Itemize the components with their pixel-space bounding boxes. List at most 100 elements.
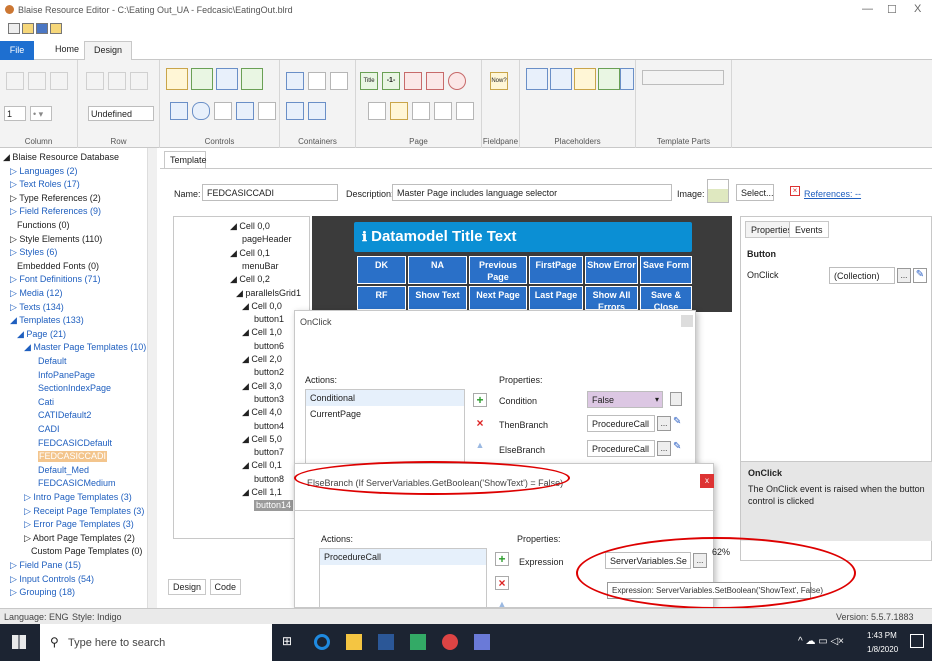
elsebranch-value[interactable]: ProcedureCall: [587, 440, 655, 457]
canvas-nav-button[interactable]: NA: [408, 256, 467, 284]
tree-item[interactable]: ▷ Field Pane (15): [10, 560, 81, 571]
minimize-button[interactable]: —: [862, 3, 873, 15]
tree-item[interactable]: ▷ Input Controls (54): [10, 574, 94, 585]
structure-item[interactable]: ◢ Cell 4,0: [242, 407, 282, 418]
tab-events[interactable]: Events: [789, 221, 829, 238]
file-explorer-icon[interactable]: [346, 634, 362, 650]
blaise-icon[interactable]: [410, 634, 426, 650]
tree-item[interactable]: ◢ Templates (133): [10, 315, 84, 326]
tree-item[interactable]: ▷ Style Elements (110): [10, 234, 102, 245]
table-container-icon[interactable]: [286, 102, 304, 120]
tree-item[interactable]: InfoPanePage: [38, 370, 95, 381]
placeholder-1-icon[interactable]: [526, 68, 548, 90]
structure-item[interactable]: ◢ parallelsGrid1: [236, 288, 301, 299]
add-action-icon[interactable]: +: [473, 393, 487, 407]
list-container-icon[interactable]: [308, 102, 326, 120]
remove-action-icon[interactable]: ×: [473, 417, 487, 431]
image-control-icon[interactable]: [191, 68, 213, 90]
task-view-icon[interactable]: ⊞: [282, 634, 298, 650]
tree-item[interactable]: FEDCASICCADI: [38, 451, 108, 463]
canvas-nav-button[interactable]: DK: [357, 256, 406, 284]
column-index-field[interactable]: 1: [4, 106, 26, 121]
tree-item[interactable]: FEDCASICDefault: [38, 438, 112, 449]
structure-item[interactable]: button4: [254, 421, 284, 432]
tree-item[interactable]: Embedded Fonts (0): [17, 261, 99, 272]
picture-control-icon[interactable]: [241, 68, 263, 90]
edge-browser-icon[interactable]: [314, 634, 330, 650]
placeholder-5-icon[interactable]: [620, 68, 634, 90]
onclick-ellipsis-button[interactable]: ...: [897, 268, 911, 283]
structure-item[interactable]: button2: [254, 367, 284, 378]
system-tray-icons[interactable]: ^ ☁ ▭ ◁×: [798, 636, 844, 647]
taskbar-search[interactable]: ⚲ Type here to search: [40, 624, 272, 661]
tree-item[interactable]: ▷ Intro Page Templates (3): [24, 492, 132, 503]
canvas-nav-button[interactable]: Show Error: [585, 256, 638, 284]
tab-home[interactable]: Home: [46, 41, 88, 60]
page-layout-icon[interactable]: [368, 102, 386, 120]
column-width-field[interactable]: • ▾: [30, 106, 52, 121]
warning-icon[interactable]: [426, 72, 444, 90]
structure-item[interactable]: ◢ Cell 0,2: [230, 274, 270, 285]
page-number-icon[interactable]: -1-: [382, 72, 400, 90]
placeholder-2-icon[interactable]: [550, 68, 572, 90]
condition-dropdown-icon[interactable]: ▾: [655, 395, 659, 404]
tree-item[interactable]: ▷ Receipt Page Templates (3): [24, 506, 144, 517]
page-grid-icon[interactable]: [434, 102, 452, 120]
canvas-nav-button[interactable]: Show Text: [408, 286, 467, 310]
canvas-nav-button[interactable]: Next Page: [469, 286, 527, 310]
elsebranch-add-icon[interactable]: +: [495, 552, 509, 566]
thenbranch-edit-icon[interactable]: ✎: [673, 416, 681, 427]
close-button[interactable]: X: [914, 3, 921, 15]
tab-design-view[interactable]: Design: [168, 579, 207, 595]
structure-item[interactable]: button6: [254, 341, 284, 352]
tab-code-view[interactable]: Code: [209, 579, 242, 595]
ellipse-control-icon[interactable]: [192, 102, 210, 120]
onclick-edit-icon[interactable]: ✎: [913, 268, 927, 283]
tab-file[interactable]: File: [0, 41, 34, 60]
rectangle-control-icon[interactable]: [170, 102, 188, 120]
placeholder-3-icon[interactable]: [574, 68, 596, 90]
elsebranch-edit-icon[interactable]: ✎: [673, 441, 681, 452]
condition-value[interactable]: False: [587, 391, 663, 408]
tree-item[interactable]: ▷ Languages (2): [10, 166, 77, 177]
tree-scrollbar[interactable]: [147, 148, 157, 608]
save-icon[interactable]: [36, 23, 48, 34]
question-icon[interactable]: Now?: [490, 72, 508, 90]
page-style-icon[interactable]: [390, 102, 408, 120]
new-file-icon[interactable]: [8, 23, 20, 34]
clock-date[interactable]: 1/8/2020: [867, 645, 898, 654]
structure-item[interactable]: button14: [254, 500, 294, 512]
button-control-icon[interactable]: [216, 68, 238, 90]
canvas-nav-button[interactable]: Save Form: [640, 256, 692, 284]
tree-item[interactable]: ▷ Abort Page Templates (2): [24, 533, 135, 544]
structure-item[interactable]: button3: [254, 394, 284, 405]
tree-item[interactable]: CADI: [38, 424, 60, 435]
structure-item[interactable]: ◢ Cell 1,0: [242, 327, 282, 338]
structure-item[interactable]: ◢ Cell 0,0: [230, 221, 270, 232]
frame-container-icon[interactable]: [330, 72, 348, 90]
tree-item[interactable]: ◢ Page (21): [17, 329, 66, 340]
page-list-icon[interactable]: [412, 102, 430, 120]
tree-item[interactable]: ▷ Error Page Templates (3): [24, 519, 134, 530]
tree-item[interactable]: ▷ Styles (6): [10, 247, 57, 258]
dialog-close-button[interactable]: [681, 315, 693, 327]
thenbranch-value[interactable]: ProcedureCall: [587, 415, 655, 432]
elsebranch-ellipsis-button[interactable]: ...: [657, 441, 671, 456]
page-split-icon[interactable]: [456, 102, 474, 120]
select-image-button[interactable]: Select...: [736, 184, 774, 201]
windows-start-icon[interactable]: [12, 635, 26, 649]
tree-item[interactable]: SectionIndexPage: [38, 383, 111, 394]
tree-item[interactable]: ▷ Type References (2): [10, 193, 101, 204]
clear-image-icon[interactable]: ×: [790, 186, 800, 196]
label-control-icon[interactable]: [166, 68, 188, 90]
grid-container-icon[interactable]: [286, 72, 304, 90]
references-link[interactable]: References: --: [804, 189, 861, 199]
tree-item[interactable]: Default_Med: [38, 465, 89, 476]
tree-item[interactable]: Cati: [38, 397, 54, 408]
image-preview[interactable]: [707, 179, 729, 203]
tree-item[interactable]: CATIDefault2: [38, 410, 91, 421]
placeholder-4-icon[interactable]: [598, 68, 620, 90]
tree-item[interactable]: ◢ Blaise Resource Database: [3, 152, 119, 163]
tree-item[interactable]: ◢ Master Page Templates (10): [24, 342, 146, 353]
tab-template[interactable]: Template: [164, 151, 207, 168]
